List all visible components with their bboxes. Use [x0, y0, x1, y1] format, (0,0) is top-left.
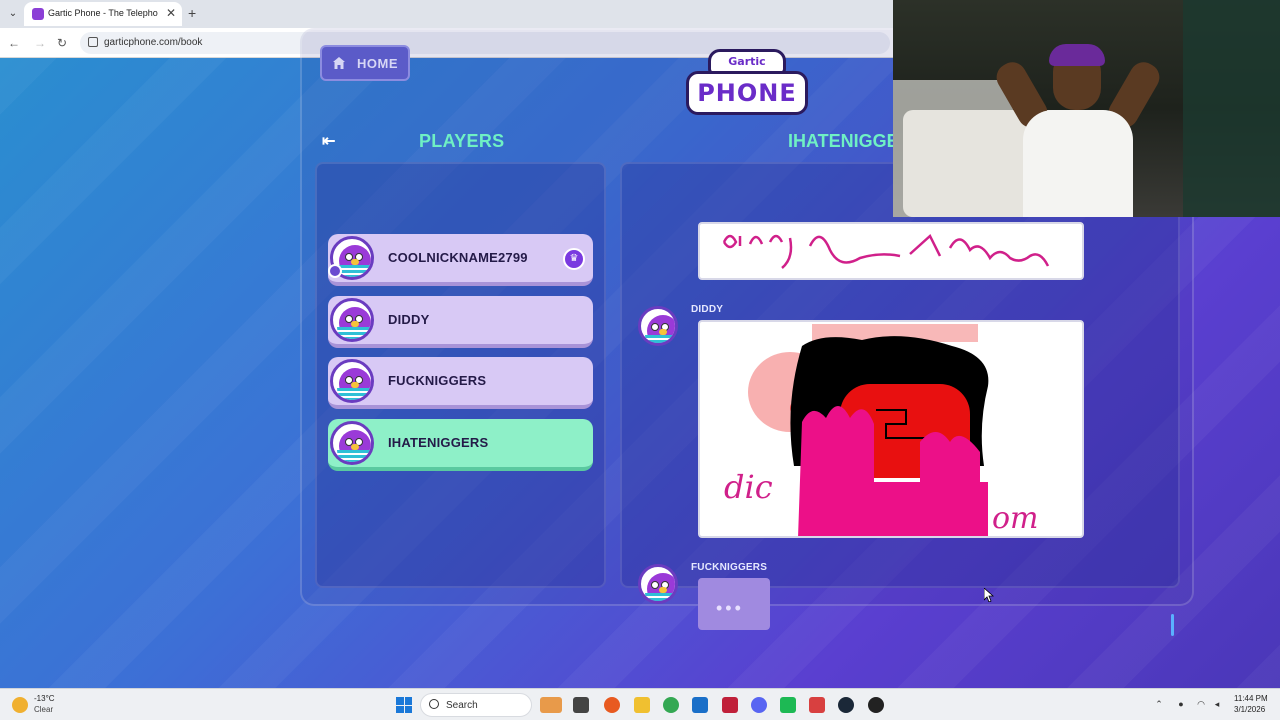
- site-info-icon[interactable]: [88, 37, 98, 47]
- home-label: HOME: [357, 56, 398, 71]
- clock-date[interactable]: 3/1/2026: [1234, 705, 1265, 714]
- clock-time[interactable]: 11:44 PM: [1234, 694, 1268, 703]
- player-name: COOLNICKNAME2799: [388, 250, 528, 265]
- player-row[interactable]: FUCKNIGGERS: [328, 357, 593, 409]
- player-avatar: [330, 298, 374, 342]
- drawing-card: [698, 222, 1084, 280]
- reload-icon[interactable]: ↻: [54, 35, 70, 51]
- exit-arrow-icon[interactable]: ⇤: [322, 131, 346, 150]
- streamer-figure: [991, 40, 1165, 217]
- wifi-icon[interactable]: ◠: [1196, 699, 1206, 709]
- taskbar: -13°C Clear Search ⌃ ● ◠ ◂ 11:44 PM 3/1/…: [0, 688, 1280, 720]
- drawing-card: dic om: [698, 320, 1084, 538]
- home-icon: [333, 57, 345, 69]
- forward-arrow-icon[interactable]: →: [32, 35, 48, 51]
- players-title: PLAYERS: [419, 131, 505, 151]
- search-icon: [429, 699, 439, 709]
- tray-chevron-up-icon[interactable]: ⌃: [1154, 699, 1164, 709]
- tab-title: Gartic Phone - The Telephone G: [48, 8, 158, 18]
- gartic-phone-logo: Gartic PHONE: [686, 45, 808, 119]
- player-avatar: [330, 421, 374, 465]
- album-owner-title: IHATENIGGE: [788, 131, 899, 151]
- svg-text:om: om: [992, 501, 1039, 536]
- user-badge-icon: [328, 264, 342, 278]
- store-icon[interactable]: [692, 697, 708, 713]
- message-avatar: [638, 564, 678, 604]
- player-name: DIDDY: [388, 312, 430, 327]
- task-view-icon[interactable]: [573, 697, 589, 713]
- drawing-canvas: dic om: [724, 324, 1039, 536]
- firefox-icon[interactable]: [604, 697, 620, 713]
- tab-search-menu-icon[interactable]: ⌄: [4, 6, 22, 22]
- steam-icon[interactable]: [838, 697, 854, 713]
- message-avatar: [638, 306, 678, 346]
- message-author: FUCKNIGGERS: [691, 562, 768, 573]
- drawing-canvas: [722, 233, 1050, 269]
- taskbar-search[interactable]: Search: [420, 693, 532, 717]
- back-arrow-icon[interactable]: ←: [6, 35, 22, 51]
- weather-temp: -13°C: [34, 694, 55, 703]
- search-label: Search: [446, 700, 478, 711]
- message-author: DIDDY: [691, 304, 724, 315]
- microphone-icon[interactable]: ●: [1176, 699, 1186, 709]
- svg-text:dic: dic: [724, 468, 773, 506]
- volume-icon[interactable]: ◂: [1212, 699, 1222, 709]
- typing-indicator: •••: [698, 578, 770, 630]
- discord-icon[interactable]: [751, 697, 767, 713]
- close-tab-icon[interactable]: ✕: [166, 6, 176, 20]
- adobe-icon[interactable]: [722, 697, 738, 713]
- player-row-active[interactable]: IHATENIGGERS: [328, 419, 593, 471]
- weather-desc: Clear: [34, 705, 54, 714]
- new-tab-button[interactable]: +: [188, 5, 196, 21]
- album-scrollbar[interactable]: [1171, 614, 1174, 636]
- url-text: garticphone.com/book: [104, 37, 203, 48]
- typing-dots: •••: [716, 598, 744, 618]
- gartic-favicon-icon: [32, 8, 44, 20]
- browser-tab[interactable]: Gartic Phone - The Telephone G ✕: [24, 2, 182, 26]
- obs-icon[interactable]: [868, 697, 884, 713]
- widgets-icon[interactable]: [540, 697, 562, 713]
- text-app-icon[interactable]: [809, 697, 825, 713]
- webcam-overlay: [893, 0, 1280, 217]
- windows-start-icon[interactable]: [396, 697, 412, 713]
- player-row[interactable]: COOLNICKNAME2799 ♛: [328, 234, 593, 286]
- player-row[interactable]: DIDDY: [328, 296, 593, 348]
- player-name: IHATENIGGERS: [388, 435, 489, 450]
- home-button[interactable]: HOME: [320, 45, 410, 81]
- chrome-icon[interactable]: [663, 697, 679, 713]
- player-name: FUCKNIGGERS: [388, 373, 487, 388]
- app-icon[interactable]: [780, 697, 796, 713]
- file-explorer-icon[interactable]: [634, 697, 650, 713]
- crown-icon: ♛: [563, 248, 585, 270]
- player-avatar: [330, 359, 374, 403]
- mouse-cursor-icon: [984, 588, 994, 602]
- weather-moon-icon[interactable]: [12, 697, 28, 713]
